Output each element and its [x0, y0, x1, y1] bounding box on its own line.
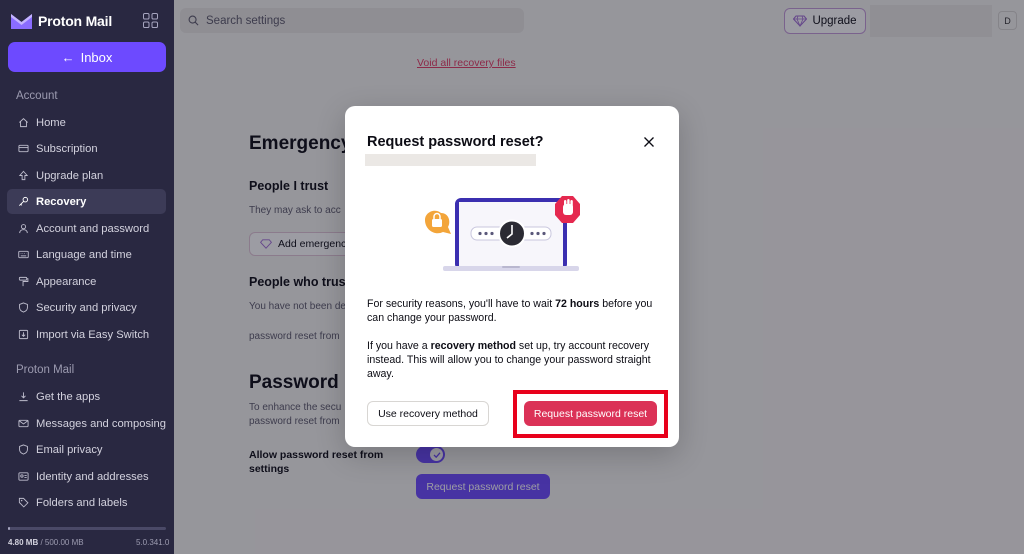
back-to-inbox-button[interactable]: ← Inbox: [8, 42, 166, 72]
dialog-subtitle-redacted: [365, 154, 536, 166]
sidebar-item-recovery[interactable]: Recovery: [7, 189, 166, 214]
upgrade-icon: [18, 170, 29, 181]
storage-usage-fill: [8, 527, 10, 530]
inbox-button-label: Inbox: [80, 49, 113, 65]
sidebar-item-label: Appearance: [36, 275, 97, 288]
section-title-account: Account: [16, 90, 58, 102]
sidebar-item-subscription[interactable]: Subscription: [7, 136, 166, 161]
sidebar-item-label: Get the apps: [36, 390, 101, 403]
brand[interactable]: Proton Mail: [11, 11, 112, 31]
storage-total: 500.00 MB: [44, 538, 84, 547]
sidebar-item-label: Subscription: [36, 142, 98, 155]
dialog-wait-text: For security reasons, you'll have to wai…: [367, 297, 659, 325]
sidebar: Proton Mail ← Inbox Account Home Subscri…: [0, 0, 174, 554]
sidebar-item-label: Account and password: [36, 222, 150, 235]
paint-roller-icon: [18, 276, 29, 287]
app-grid-icon[interactable]: [143, 13, 158, 28]
credit-card-icon: [18, 144, 29, 153]
sidebar-item-security-and-privacy[interactable]: Security and privacy: [7, 295, 166, 320]
sidebar-item-messages-and-composing[interactable]: Messages and composing: [7, 411, 166, 436]
sidebar-item-label: Language and time: [36, 248, 132, 261]
sidebar-item-label: Home: [36, 116, 66, 129]
dialog-recovery-text-before: If you have a: [367, 340, 431, 352]
sidebar-item-appearance[interactable]: Appearance: [7, 269, 166, 294]
arrow-left-icon: ←: [61, 49, 75, 65]
shield-icon: [19, 302, 28, 313]
sidebar-item-identity-and-addresses[interactable]: Identity and addresses: [7, 464, 166, 489]
user-icon: [19, 224, 28, 234]
proton-mail-logo-icon: [11, 14, 32, 29]
home-icon: [19, 118, 28, 128]
import-icon: [18, 329, 29, 340]
sidebar-item-import-via-easy-switch[interactable]: Import via Easy Switch: [7, 322, 166, 347]
use-recovery-method-button[interactable]: Use recovery method: [367, 401, 489, 426]
storage-used: 4.80 MB: [8, 538, 39, 547]
identity-icon: [18, 472, 29, 481]
download-icon: [19, 392, 28, 402]
sidebar-item-label: Recovery: [36, 195, 87, 208]
envelope-icon: [18, 419, 29, 428]
keyboard-icon: [18, 250, 29, 259]
sidebar-item-upgrade-plan[interactable]: Upgrade plan: [7, 163, 166, 188]
sidebar-item-label: Email privacy: [36, 443, 103, 456]
annotation-highlight-box: [513, 390, 668, 438]
sidebar-item-language-and-time[interactable]: Language and time: [7, 242, 166, 267]
dialog-wait-text-before: For security reasons, you'll have to wai…: [367, 298, 556, 310]
shield-icon: [19, 444, 28, 455]
storage-separator: /: [38, 538, 45, 547]
sidebar-item-home[interactable]: Home: [7, 110, 166, 135]
sidebar-item-label: Upgrade plan: [36, 169, 104, 182]
laptop-clock-illustration: [425, 196, 580, 271]
close-icon[interactable]: [642, 135, 656, 149]
brand-name: Proton Mail: [38, 13, 113, 29]
dialog-recovery-text: If you have a recovery method set up, tr…: [367, 339, 659, 381]
sidebar-item-label: Folders and labels: [36, 496, 128, 509]
sidebar-item-label: Messages and composing: [36, 417, 166, 430]
sidebar-item-label: Identity and addresses: [36, 470, 149, 483]
sidebar-item-folders-and-labels[interactable]: Folders and labels: [7, 490, 166, 515]
key-icon: [19, 196, 29, 206]
storage-usage-text: 4.80 MB / 500.00 MB: [8, 538, 84, 547]
sidebar-item-get-the-apps[interactable]: Get the apps: [7, 384, 166, 409]
app-version: 5.0.341.0: [136, 538, 170, 547]
sidebar-item-label: Security and privacy: [36, 301, 137, 314]
sidebar-item-account-and-password[interactable]: Account and password: [7, 216, 166, 241]
dialog-wait-text-bold: 72 hours: [555, 298, 600, 310]
section-title-proton-mail: Proton Mail: [16, 364, 75, 376]
modal-backdrop-top: [174, 0, 1024, 42]
sidebar-item-label: Import via Easy Switch: [36, 328, 150, 341]
dialog-title: Request password reset?: [367, 134, 544, 150]
storage-usage-bar: [8, 527, 166, 530]
tag-icon: [18, 497, 29, 508]
sidebar-item-email-privacy[interactable]: Email privacy: [7, 437, 166, 462]
dialog-recovery-text-bold: recovery method: [430, 340, 516, 352]
